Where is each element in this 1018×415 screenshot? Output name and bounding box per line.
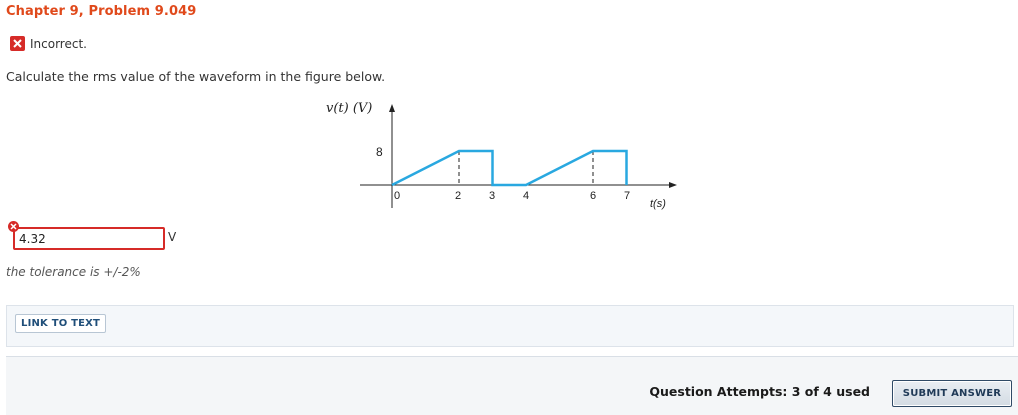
x-icon	[10, 36, 25, 51]
y-axis-arrow	[389, 104, 395, 112]
x-axis-label: t(s)	[650, 198, 666, 210]
chapter-title: Chapter 9, Problem 9.049	[6, 4, 197, 19]
link-to-text-button[interactable]: LINK TO TEXT	[15, 314, 107, 333]
y-tick-label: 8	[376, 145, 383, 159]
status-text: Incorrect.	[30, 36, 87, 51]
unit-label: V	[168, 230, 177, 244]
submit-answer-button[interactable]: SUBMIT ANSWER	[892, 380, 1012, 407]
y-axis-label: v(t) (V)	[326, 101, 372, 116]
x-axis-arrow	[669, 182, 677, 188]
question-text: Calculate the rms value of the waveform …	[6, 69, 386, 84]
x-tick-label: 6	[590, 190, 596, 202]
x-tick-label: 3	[489, 190, 495, 202]
x-tick-label: 4	[523, 190, 529, 202]
answer-input[interactable]	[13, 227, 165, 250]
x-tick-label: 2	[455, 190, 461, 202]
page: Chapter 9, Problem 9.049 Incorrect. Calc…	[0, 0, 1018, 415]
link-panel: LINK TO TEXT	[6, 305, 1014, 347]
waveform-line	[391, 149, 628, 187]
waveform-figure: v(t) (V) 8 0 2 3 4 6 7 t(s)	[326, 101, 677, 210]
x-tick-label: 7	[624, 190, 630, 202]
footer: Question Attempts: 3 of 4 used SUBMIT AN…	[6, 357, 1018, 415]
tolerance-text: the tolerance is +/-2%	[6, 265, 141, 279]
attempts-text: Question Attempts: 3 of 4 used	[649, 384, 870, 399]
error-icon	[8, 221, 19, 232]
status-row: Incorrect.	[10, 36, 87, 51]
x-tick-label: 0	[394, 190, 400, 202]
